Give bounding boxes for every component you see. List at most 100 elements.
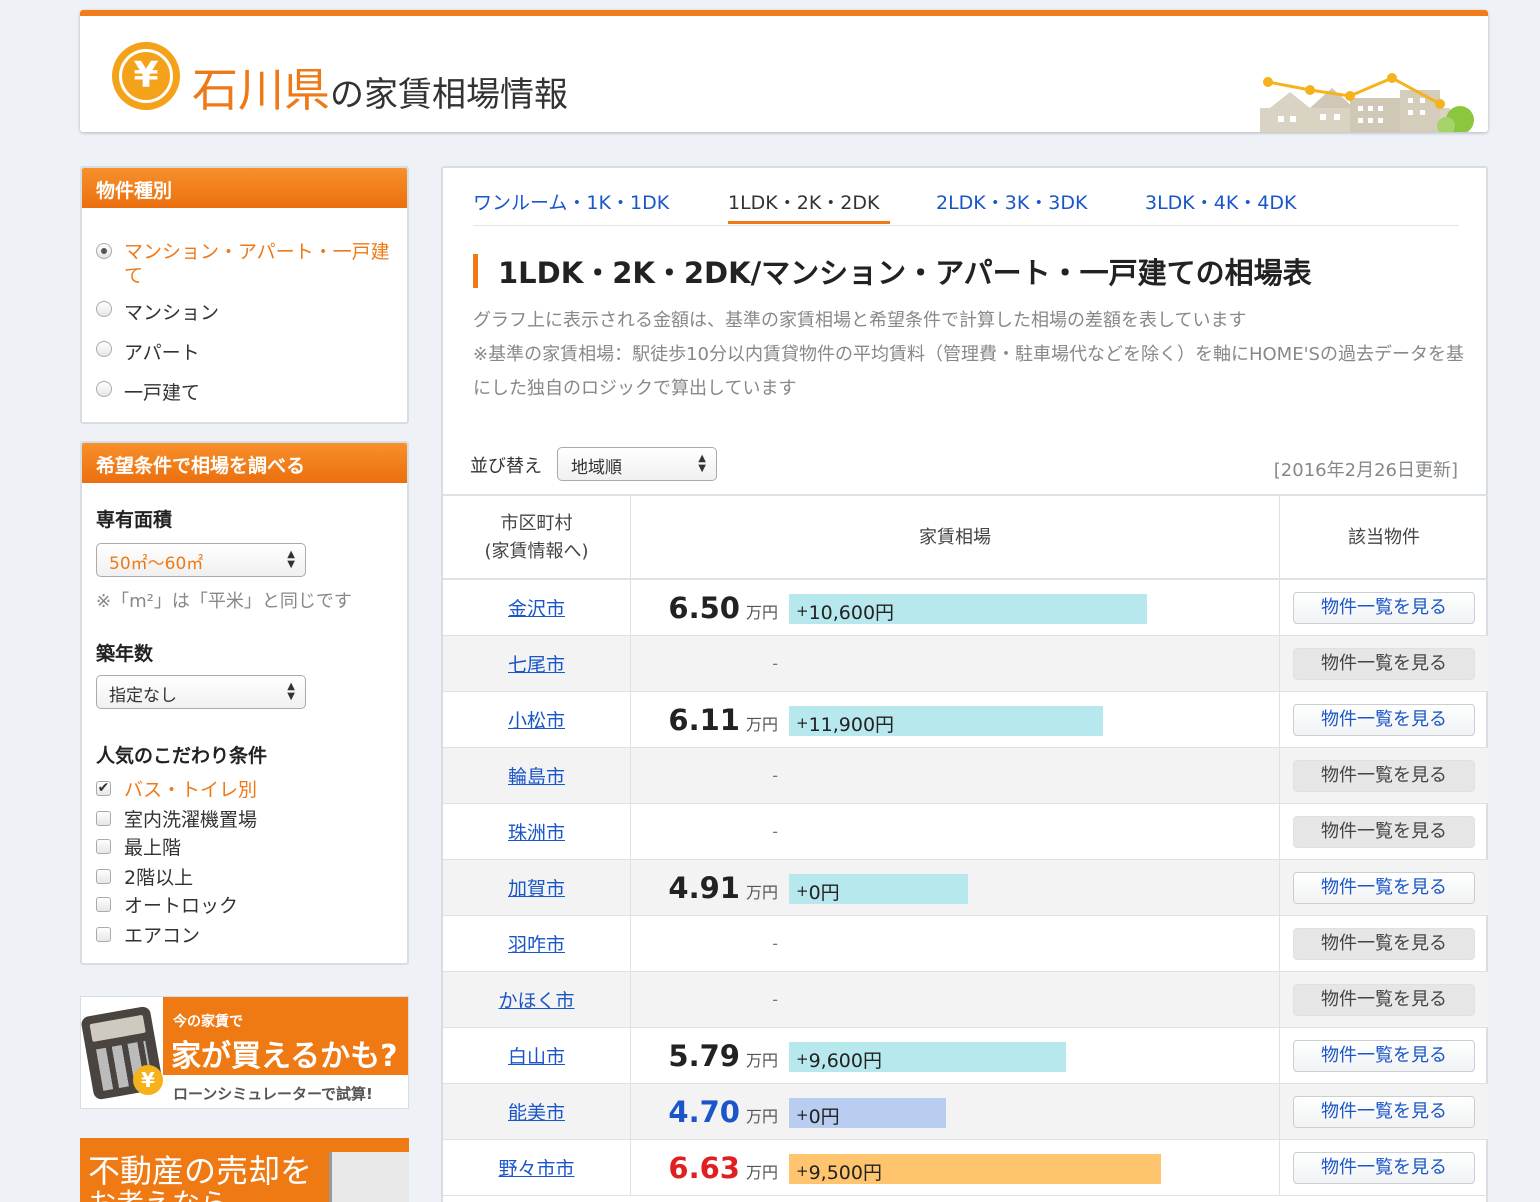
price-cell: - [630,804,788,859]
table-row: 七尾市 - 物件一覧を見る [443,636,1488,692]
price-cell: 5.79 万円 [630,1028,788,1083]
radio-button-checked[interactable] [96,243,112,259]
rent-bar-cell [788,748,1280,803]
rent-table: 市区町村 (家賃情報へ) 家賃相場 該当物件 金沢市 6.50 万円 +10,600円… [443,494,1488,1196]
radio-apartment[interactable]: アパート [96,338,200,365]
city-link[interactable]: かほく市 [498,986,574,1013]
checkbox[interactable] [96,869,111,884]
tab-1ldk[interactable]: 1LDK・2K・2DK [728,188,880,215]
tab-2ldk[interactable]: 2LDK・3K・3DK [936,188,1088,215]
checkbox-autolock[interactable]: オートロック [96,891,238,918]
view-listings-button[interactable]: 物件一覧を見る [1293,759,1475,792]
sell-property-banner[interactable]: 不動産の売却を お考えなら [80,1138,409,1202]
view-listings-button[interactable]: 物件一覧を見る [1293,1039,1475,1072]
area-select[interactable]: 50㎡〜60㎡ ▲ ▼ [96,543,306,577]
city-cell: 白山市 [443,1028,630,1083]
listing-cell: 物件一覧を見る [1280,636,1488,691]
city-link[interactable]: 野々市市 [498,1154,574,1181]
rent-bar-cell [788,804,1280,859]
radio-house[interactable]: 一戸建て [96,378,200,405]
view-listings-button[interactable]: 物件一覧を見る [1293,983,1475,1016]
view-listings-button[interactable]: 物件一覧を見る [1293,647,1475,680]
banner-line-2: お考えなら [88,1182,228,1202]
table-row: 輪島市 - 物件一覧を見る [443,748,1488,804]
table-row: 羽咋市 - 物件一覧を見る [443,916,1488,972]
city-cell: 金沢市 [443,580,630,635]
table-row: 白山市 5.79 万円 +9,600円 物件一覧を見る [443,1028,1488,1084]
table-row: 能美市 4.70 万円 +0円 物件一覧を見る [443,1084,1488,1140]
listing-cell: 物件一覧を見る [1280,972,1488,1027]
checkbox-checked[interactable]: ✔ [96,781,111,796]
view-listings-button[interactable]: 物件一覧を見る [1293,815,1475,848]
sort-select[interactable]: 地域順 ▲ ▼ [557,447,717,481]
view-listings-button[interactable]: 物件一覧を見る [1293,1095,1475,1128]
city-link[interactable]: 小松市 [508,706,565,733]
city-link[interactable]: 七尾市 [508,650,565,677]
city-cell: 小松市 [443,692,630,747]
city-link[interactable]: 白山市 [508,1042,565,1069]
city-cell: 羽咋市 [443,916,630,971]
table-row: 小松市 6.11 万円 +11,900円 物件一覧を見る [443,692,1488,748]
view-listings-button[interactable]: 物件一覧を見る [1293,871,1475,904]
area-label: 専有面積 [96,509,173,531]
tab-3ldk[interactable]: 3LDK・4K・4DK [1145,188,1297,215]
radio-button[interactable] [96,301,112,317]
checkbox-washer[interactable]: 室内洗濯機置場 [96,805,257,832]
banner-subtext: ローンシミュレーターで試算! [173,1085,373,1103]
price-cell: - [630,636,788,691]
town-graph-illustration-icon [1260,73,1474,132]
city-link[interactable]: 加賀市 [508,874,565,901]
no-data-dash: - [772,654,778,673]
yen-logo-icon: ¥ [112,42,180,110]
tab-1room[interactable]: ワンルーム・1K・1DK [473,188,669,215]
no-data-dash: - [772,990,778,1009]
view-listings-button[interactable]: 物件一覧を見る [1293,1151,1475,1184]
checkbox-2nd-floor-up[interactable]: 2階以上 [96,863,193,890]
radio-button[interactable] [96,341,112,357]
site-header: ¥ 石川県の家賃相場情報 [80,10,1488,132]
radio-all-types[interactable]: マンション・アパート・一戸建て [96,240,392,288]
city-link[interactable]: 能美市 [508,1098,565,1125]
city-link[interactable]: 金沢市 [508,594,565,621]
price-cell: 6.11 万円 [630,692,788,747]
checkbox-top-floor[interactable]: 最上階 [96,833,181,860]
loan-simulator-banner[interactable]: ¥ 今の家賃で 家が買えるかも? ローンシミュレーターで試算! [80,996,409,1109]
table-body: 金沢市 6.50 万円 +10,600円 物件一覧を見る 七尾市 - 物件一覧を見る 小松市 6.… [443,580,1488,1196]
plus-sign: + [796,1050,809,1068]
select-arrows-icon: ▲ ▼ [287,681,295,702]
property-type-heading: 物件種別 [82,168,407,208]
rent-bar-cell: +0円 [788,860,1280,915]
checkbox-aircon[interactable]: エアコン [96,921,200,948]
conditions-panel: 希望条件で相場を調べる 専有面積 50㎡〜60㎡ ▲ ▼ ※「m²」は「平米」と同… [80,441,409,965]
col-header-listings: 該当物件 [1348,527,1420,548]
city-link[interactable]: 珠洲市 [508,818,565,845]
plus-sign: + [796,1106,809,1124]
layout-tabs: ワンルーム・1K・1DK 1LDK・2K・2DK 2LDK・3K・3DK 3LD… [443,168,1486,226]
view-listings-button[interactable]: 物件一覧を見る [1293,703,1475,736]
no-data-dash: - [772,934,778,953]
view-listings-button[interactable]: 物件一覧を見る [1293,591,1475,624]
checkbox-bath-toilet[interactable]: ✔ バス・トイレ別 [96,775,257,802]
rent-bar-cell: +9,500円 [788,1140,1280,1195]
price-cell: - [630,748,788,803]
plus-sign: + [796,882,809,900]
rent-diff-value: 11,900円 [808,714,895,736]
radio-button[interactable] [96,381,112,397]
title-accent-bar [473,254,478,288]
rent-diff-value: 10,600円 [808,602,895,624]
checkbox[interactable] [96,811,111,826]
rent-price: 6.50 [668,590,740,625]
view-listings-button[interactable]: 物件一覧を見る [1293,927,1475,960]
house-photo-icon [329,1152,409,1202]
listing-cell: 物件一覧を見る [1280,1028,1488,1083]
checkbox[interactable] [96,897,111,912]
page-title-text: 1LDK・2K・2DK/マンション・アパート・一戸建ての相場表 [498,256,1312,290]
description-line-1: グラフ上に表示される金額は、基準の家賃相場と希望条件で計算した相場の差額を表して… [473,310,1247,331]
radio-mansion[interactable]: マンション [96,298,219,325]
city-link[interactable]: 羽咋市 [508,930,565,957]
checkbox[interactable] [96,927,111,942]
checkbox[interactable] [96,839,111,854]
city-link[interactable]: 輪島市 [508,762,565,789]
age-select[interactable]: 指定なし ▲ ▼ [96,675,306,709]
rent-price: 6.63 [668,1150,740,1185]
